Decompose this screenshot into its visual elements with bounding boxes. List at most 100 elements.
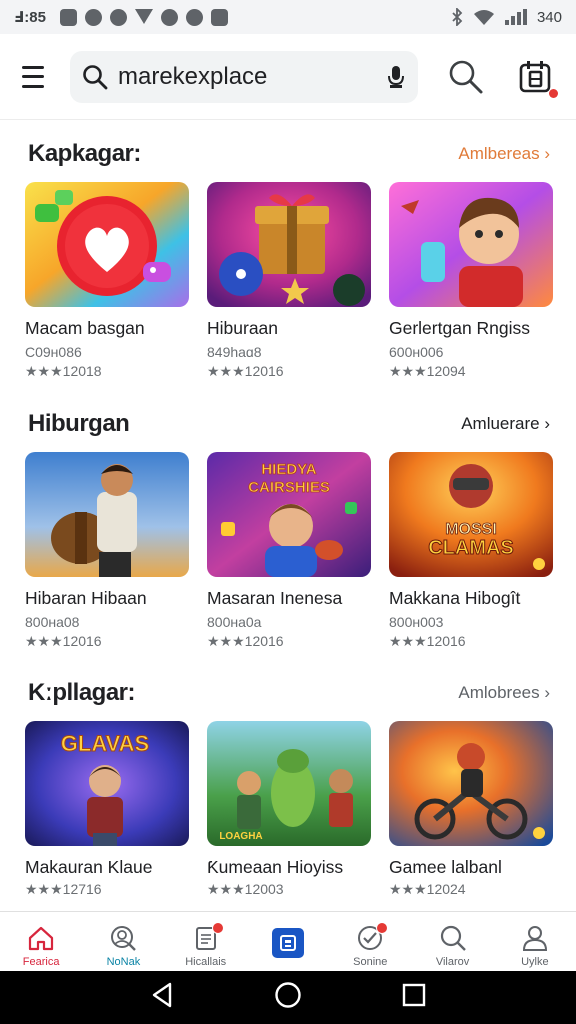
card-subtitle: C09ʜ086 — [25, 344, 82, 360]
card-rating: ★★★12716 — [25, 881, 102, 897]
game-thumbnail: LOAGHA — [207, 721, 371, 846]
section-title: Kːpllagar: — [28, 679, 136, 706]
notification-badge — [211, 922, 224, 934]
search-icon — [83, 64, 108, 89]
nav-label: Sonine — [353, 956, 388, 968]
recents-icon[interactable] — [402, 983, 426, 1012]
thumb-text: MOSSI — [445, 521, 497, 538]
nav-item-profile-search[interactable]: NoNak — [82, 912, 164, 971]
profile-search-icon — [111, 926, 137, 951]
triangle-notification-icon — [134, 8, 153, 24]
card-title: Makauran Klaue — [25, 857, 153, 877]
cloud-notification-icon — [109, 8, 127, 26]
nav-item-profile[interactable]: Uylke — [494, 912, 576, 971]
verified-notification-icon — [185, 8, 203, 26]
section-2: Hiburgan Amluerare › Hibaran Hibaan 800ʜ… — [0, 404, 576, 649]
notification-badge — [376, 922, 389, 934]
signal-icon — [504, 9, 527, 25]
card-rating: ★★★12016 — [389, 633, 466, 649]
game-thumbnail: MOSSI CLAMAS — [389, 452, 553, 577]
search-input[interactable] — [118, 62, 386, 91]
card-subtitle: 800ʜa0a — [207, 614, 262, 630]
card-title: Macam basgan — [25, 318, 145, 338]
see-more-link[interactable]: Amlobrees › — [458, 683, 550, 703]
card-rating: ★★★12016 — [207, 633, 284, 649]
see-more-link[interactable]: Amlbereas › — [458, 144, 550, 164]
card-rating: ★★★12016 — [25, 633, 102, 649]
nav-label: Fearica — [22, 956, 60, 968]
app-header — [0, 34, 576, 120]
section-title: Kapkagar: — [28, 140, 141, 167]
checkmark-icon — [356, 922, 389, 952]
card-rating: ★★★12024 — [389, 881, 466, 897]
nav-item-apps[interactable] — [247, 912, 329, 971]
card-title: Hiburaan — [207, 318, 279, 338]
person-icon — [522, 926, 547, 951]
card-subtitle: 800ʜa08 — [25, 614, 80, 630]
card-title: Hibaran Hibaan — [25, 588, 147, 608]
card-subtitle: 600ʜ006 — [389, 344, 444, 360]
card-title: Ƙumeaan Hioyiss — [207, 857, 344, 877]
status-right: 340 — [451, 8, 562, 26]
app-card[interactable]: Gamee lalbanl ★★★12024 — [389, 721, 553, 898]
status-time: Ⅎ:85 — [14, 9, 46, 26]
card-rating: ★★★12003 — [207, 881, 284, 897]
nav-item-search[interactable]: Vilarov — [411, 912, 493, 971]
app-card[interactable]: GLAVAS Makauran Klaue ★★★12716 — [25, 721, 189, 898]
check-notification-icon — [84, 8, 102, 26]
thumb-text: CAIRSHIES — [248, 479, 330, 496]
app-card[interactable]: Gerlertgan Rngiss 600ʜ006 ★★★12094 — [389, 182, 553, 380]
thumb-text: CLAMAS — [428, 537, 514, 559]
card-subtitle: 849haɑ8 — [207, 344, 262, 360]
card-title: Gerlertgan Rngiss — [389, 318, 531, 338]
shield-notification-icon — [59, 8, 77, 26]
nav-item-home[interactable]: Fearica — [0, 912, 82, 971]
section-1: Kapkagar: Amlbereas › Macam basgan C09ʜ0… — [0, 134, 576, 379]
game-thumbnail — [389, 721, 553, 846]
app-card[interactable]: Hiburaan 849haɑ8 ★★★12016 — [207, 182, 371, 380]
document-icon — [192, 922, 224, 952]
game-thumbnail — [25, 182, 189, 307]
menu-icon[interactable] — [22, 65, 50, 88]
thumb-text: GLAVAS — [61, 731, 149, 756]
section-title: Hiburgan — [28, 410, 130, 437]
back-icon[interactable] — [150, 982, 174, 1013]
circle-notification-icon — [160, 8, 178, 26]
app-card[interactable]: MOSSI CLAMAS Makkana Hibogît 800ʜ003 ★★★… — [389, 452, 553, 650]
nav-item-documents[interactable]: Hicallais — [165, 912, 247, 971]
search-icon — [440, 925, 466, 951]
calendar-icon[interactable] — [518, 59, 558, 98]
image-notification-icon — [210, 8, 228, 26]
bottom-navigation: Fearica NoNak Hicallais Sonine Vilarov U… — [0, 911, 576, 971]
app-card[interactable]: HIEDYA CAIRSHIES Masaran Inenesa 800ʜa0a… — [207, 452, 371, 650]
card-rating: ★★★12018 — [25, 363, 102, 379]
nav-label: Vilarov — [435, 956, 470, 968]
nav-label: Uylke — [521, 956, 549, 968]
app-card[interactable]: LOAGHA Ƙumeaan Hioyiss ★★★12003 — [207, 721, 371, 898]
mic-icon[interactable] — [386, 64, 406, 90]
card-rating: ★★★12094 — [389, 363, 466, 379]
card-title: Makkana Hibogît — [389, 588, 521, 608]
thumb-text: LOAGHA — [219, 831, 262, 842]
card-title: Gamee lalbanl — [389, 857, 502, 877]
card-subtitle: 800ʜ003 — [389, 614, 444, 630]
nav-item-sonine[interactable]: Sonine — [329, 912, 411, 971]
search-bar[interactable] — [70, 50, 418, 103]
nav-label: Hicallais — [185, 956, 227, 968]
game-thumbnail — [207, 182, 371, 307]
nav-label: NoNak — [106, 956, 141, 968]
game-thumbnail: HIEDYA CAIRSHIES — [207, 452, 371, 577]
search-icon[interactable] — [448, 59, 484, 95]
see-more-link[interactable]: Amluerare › — [461, 414, 550, 434]
app-card[interactable]: Hibaran Hibaan 800ʜa08 ★★★12016 — [25, 452, 189, 650]
home-button-icon[interactable] — [274, 981, 302, 1014]
wifi-icon — [473, 10, 494, 25]
game-thumbnail: GLAVAS — [25, 721, 189, 846]
app-card[interactable]: Macam basgan C09ʜ086 ★★★12018 — [25, 182, 189, 380]
notification-icons — [59, 8, 228, 26]
card-title: Masaran Inenesa — [207, 588, 343, 608]
system-navigation-bar — [0, 971, 576, 1024]
status-bar: Ⅎ:85 340 — [0, 0, 576, 34]
calendar-badge — [549, 88, 558, 98]
game-thumbnail — [389, 182, 553, 307]
